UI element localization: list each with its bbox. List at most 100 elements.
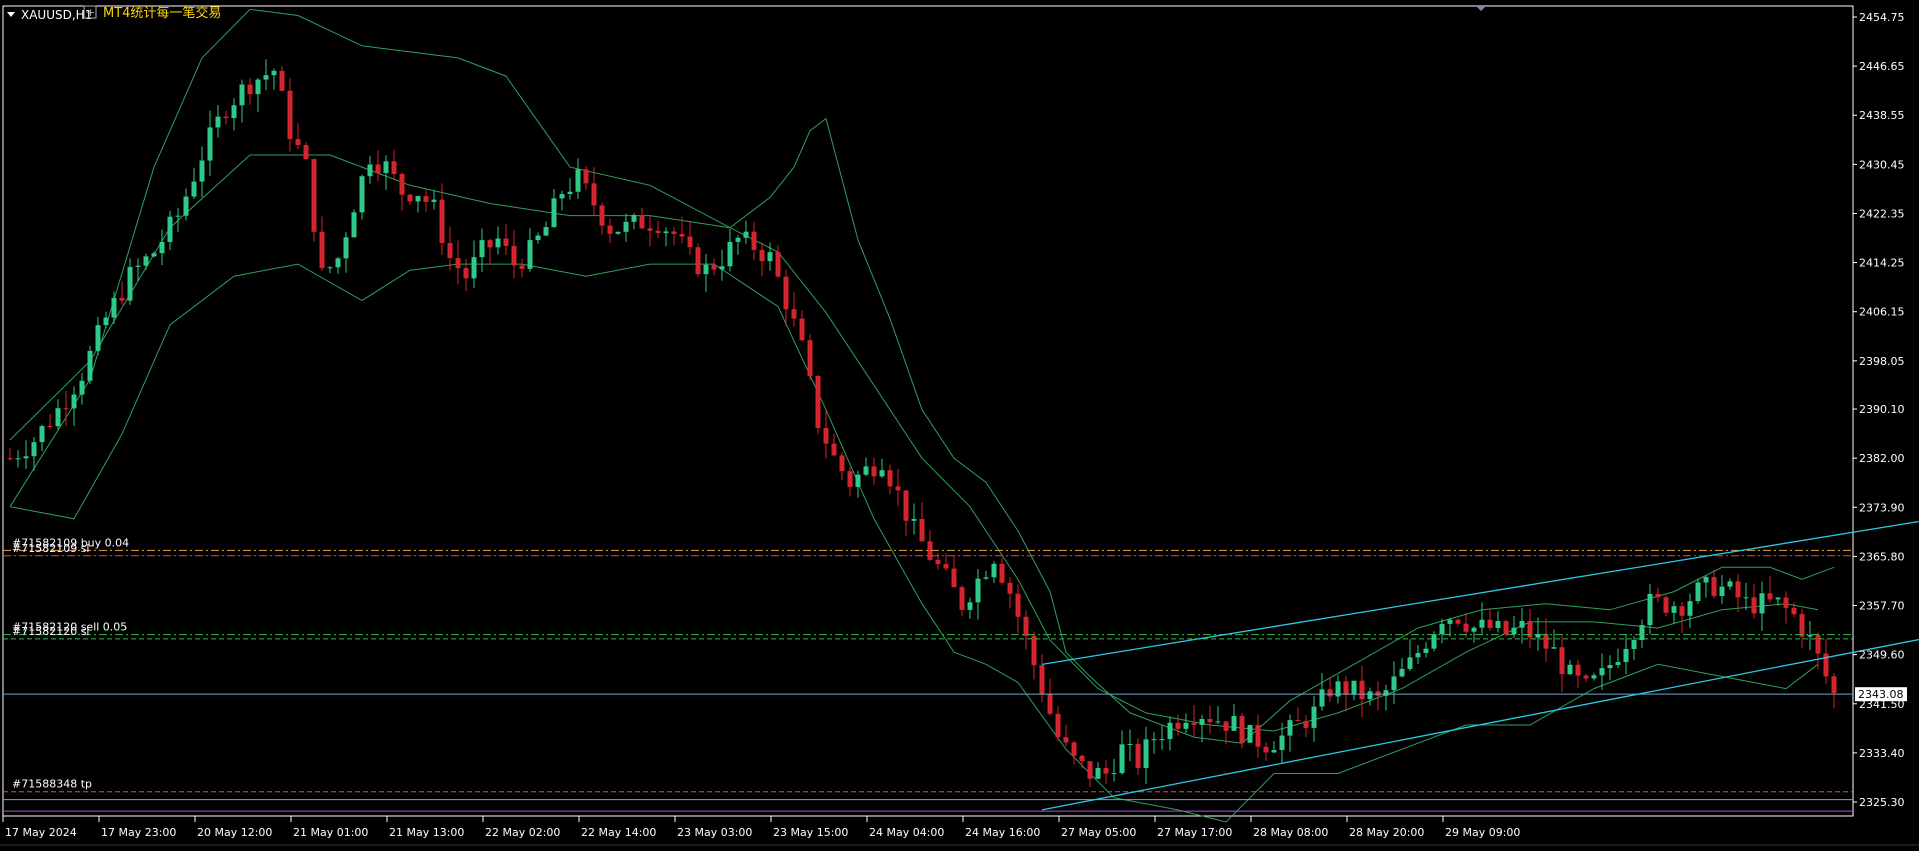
candle-body — [679, 233, 685, 237]
candle-body — [1055, 713, 1061, 738]
candle-body — [1143, 739, 1149, 768]
candle-body — [1751, 597, 1757, 614]
candle-body — [1815, 635, 1821, 654]
candle-body — [1719, 586, 1725, 596]
y-tick-label: 2382.00 — [1859, 452, 1905, 465]
candle-body — [319, 231, 325, 269]
candle-body — [1135, 744, 1141, 768]
candle-body — [943, 564, 949, 569]
candle-body — [919, 518, 925, 542]
candle-body — [183, 196, 189, 216]
candle-body — [783, 276, 789, 310]
price-chart[interactable]: #71582109 buy 0.04#71582109 sl#71582120 … — [0, 0, 1919, 851]
candle-body — [983, 577, 989, 579]
candle-body — [623, 221, 629, 232]
candle-body — [1631, 640, 1637, 649]
y-tick-label: 2357.70 — [1859, 600, 1905, 613]
candle-body — [191, 181, 197, 197]
candle-body — [271, 70, 277, 76]
candle-body — [1223, 721, 1229, 731]
candle-body — [1615, 662, 1621, 666]
candle-body — [639, 214, 645, 229]
candle-body — [79, 380, 85, 395]
candle-body — [1303, 720, 1309, 728]
candle-body — [1775, 597, 1781, 600]
candle-body — [743, 231, 749, 238]
current-price-label: 2343.08 — [1858, 688, 1904, 701]
candle-body — [1103, 768, 1109, 774]
candle-body — [407, 194, 413, 202]
y-tick-label: 2373.90 — [1859, 501, 1905, 514]
candle-body — [647, 228, 653, 231]
candle-body — [839, 455, 845, 472]
candle-body — [1423, 648, 1429, 653]
x-tick-label: 17 May 2024 — [5, 826, 77, 839]
candle-body — [735, 237, 741, 242]
candle-body — [879, 470, 885, 477]
candle-body — [1159, 739, 1165, 741]
candle-body — [1031, 635, 1037, 666]
y-tick-label: 2422.35 — [1859, 207, 1905, 220]
y-tick-label: 2349.60 — [1859, 649, 1905, 662]
candle-body — [1607, 665, 1613, 669]
candle-body — [279, 70, 285, 91]
candle-body — [1767, 593, 1773, 600]
candle-body — [527, 240, 533, 269]
candle-body — [1015, 593, 1021, 617]
candle-body — [1519, 620, 1525, 628]
candle-body — [1759, 593, 1765, 614]
y-tick-label: 2454.75 — [1859, 11, 1905, 24]
candle-body — [551, 198, 557, 228]
order-line-label: #71588348 tp — [12, 778, 92, 791]
candle-body — [991, 563, 997, 578]
candle-body — [1487, 619, 1493, 628]
x-tick-label: 23 May 03:00 — [677, 826, 752, 839]
x-tick-label: 24 May 04:00 — [869, 826, 944, 839]
candle-body — [503, 238, 509, 246]
y-tick-label: 2414.25 — [1859, 257, 1905, 270]
candle-body — [1431, 634, 1437, 649]
candle-body — [1799, 614, 1805, 637]
candle-body — [311, 159, 317, 232]
candle-body — [135, 265, 141, 267]
candle-body — [695, 247, 701, 275]
candle-body — [1255, 725, 1261, 747]
x-tick-label: 28 May 08:00 — [1253, 826, 1328, 839]
candle-body — [199, 160, 205, 182]
candle-body — [751, 231, 757, 250]
candle-body — [1271, 750, 1277, 753]
candle-body — [1647, 593, 1653, 626]
candle-body — [7, 458, 13, 460]
candle-body — [1703, 577, 1709, 583]
candle-body — [1567, 664, 1573, 675]
candle-body — [1287, 720, 1293, 736]
candle-body — [1175, 722, 1181, 729]
candle-body — [1407, 657, 1413, 669]
candle-body — [1511, 627, 1517, 635]
candle-body — [1047, 694, 1053, 714]
candle-body — [967, 602, 973, 610]
candle-body — [1239, 716, 1245, 743]
candle-body — [1543, 633, 1549, 649]
candle-body — [1247, 725, 1253, 743]
expand-icon-glyph: + — [86, 6, 95, 19]
candle-body — [1111, 773, 1117, 775]
candle-body — [1191, 722, 1197, 725]
x-tick-label: 28 May 20:00 — [1349, 826, 1424, 839]
candle-body — [471, 257, 477, 279]
candle-body — [1783, 597, 1789, 608]
candle-body — [1711, 577, 1717, 596]
candle-body — [1351, 680, 1357, 695]
candle-body — [1807, 635, 1813, 637]
candle-body — [1167, 722, 1173, 740]
candle-body — [295, 139, 301, 146]
candle-body — [655, 230, 661, 234]
candle-body — [1087, 761, 1093, 779]
candle-body — [1503, 621, 1509, 635]
candle-body — [143, 256, 149, 266]
candle-body — [687, 236, 693, 248]
y-tick-label: 2430.45 — [1859, 158, 1905, 171]
candle-body — [327, 267, 333, 269]
candle-body — [487, 240, 493, 248]
candle-body — [383, 161, 389, 173]
